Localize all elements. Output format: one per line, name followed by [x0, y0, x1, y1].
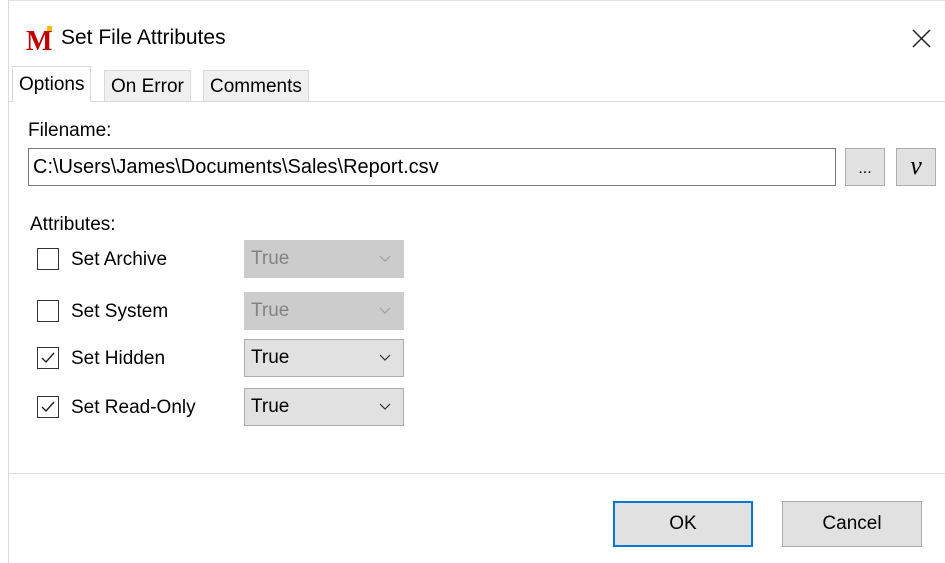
chevron-down-icon: [379, 354, 391, 361]
set-archive-select: True: [244, 240, 404, 278]
set-archive-checkbox[interactable]: [37, 248, 59, 270]
set-hidden-select[interactable]: True: [244, 339, 404, 377]
dialog-window: M Set File Attributes Options On Error C…: [0, 0, 945, 563]
cancel-button[interactable]: Cancel: [782, 501, 922, 547]
filename-input[interactable]: C:\Users\James\Documents\Sales\Report.cs…: [28, 148, 836, 186]
check-icon: [41, 352, 55, 364]
window-border: [8, 0, 9, 563]
tab-comments[interactable]: Comments: [203, 70, 309, 101]
set-system-select: True: [244, 292, 404, 330]
set-read-only-select[interactable]: True: [244, 388, 404, 426]
chevron-down-icon: [379, 307, 391, 314]
browse-button[interactable]: ...: [845, 148, 885, 186]
check-icon: [41, 401, 55, 413]
app-logo-icon: M: [26, 26, 52, 53]
set-archive-label[interactable]: Set Archive: [71, 249, 167, 271]
set-system-value: True: [251, 300, 290, 321]
set-hidden-value: True: [251, 347, 290, 368]
tab-options[interactable]: Options: [12, 66, 92, 102]
set-hidden-label[interactable]: Set Hidden: [71, 348, 165, 370]
set-read-only-value: True: [251, 396, 290, 417]
set-system-checkbox[interactable]: [37, 300, 59, 322]
footer-separator: [9, 473, 945, 474]
set-system-label[interactable]: Set System: [71, 301, 168, 323]
window-title: Set File Attributes: [61, 26, 226, 49]
filename-label: Filename:: [28, 120, 112, 141]
chevron-down-icon: [379, 255, 391, 262]
tab-on-error[interactable]: On Error: [104, 70, 191, 101]
close-icon[interactable]: [906, 23, 936, 53]
set-read-only-checkbox[interactable]: [37, 396, 59, 418]
chevron-down-icon: [379, 403, 391, 410]
set-read-only-label[interactable]: Set Read-Only: [71, 397, 196, 419]
attributes-label: Attributes:: [30, 214, 116, 235]
ok-button[interactable]: OK: [613, 501, 753, 547]
set-archive-value: True: [251, 248, 290, 269]
variable-button[interactable]: v: [896, 148, 936, 186]
set-hidden-checkbox[interactable]: [37, 347, 59, 369]
